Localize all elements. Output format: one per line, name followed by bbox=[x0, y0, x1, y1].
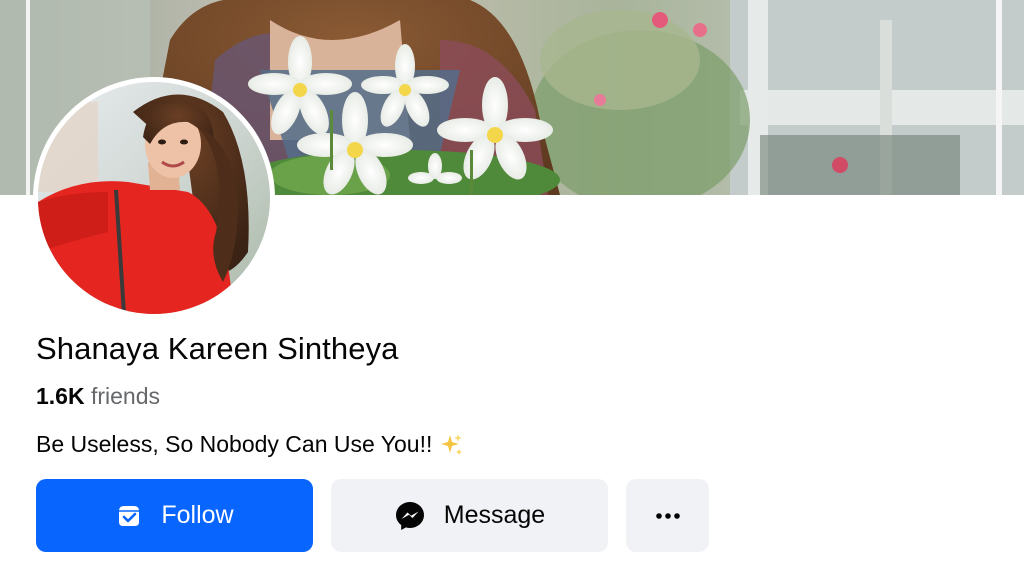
friends-count[interactable]: 1.6K friends bbox=[36, 383, 160, 410]
friends-count-value: 1.6K bbox=[36, 383, 85, 409]
profile-bio: Be Useless, So Nobody Can Use You!! bbox=[36, 431, 464, 458]
profile-avatar[interactable] bbox=[33, 77, 275, 319]
follow-button[interactable]: Follow bbox=[36, 479, 313, 552]
messenger-icon bbox=[394, 500, 426, 532]
follow-check-icon bbox=[115, 502, 143, 530]
more-options-button[interactable] bbox=[626, 479, 709, 552]
follow-label: Follow bbox=[161, 501, 234, 529]
sparkles-icon bbox=[438, 432, 464, 458]
friends-count-label: friends bbox=[90, 383, 161, 409]
message-button[interactable]: Message bbox=[331, 479, 608, 552]
more-dots-icon bbox=[655, 512, 681, 520]
profile-name: Shanaya Kareen Sintheya bbox=[36, 331, 399, 366]
message-label: Message bbox=[443, 501, 546, 529]
bio-text: Be Useless, So Nobody Can Use You!! bbox=[36, 431, 433, 457]
